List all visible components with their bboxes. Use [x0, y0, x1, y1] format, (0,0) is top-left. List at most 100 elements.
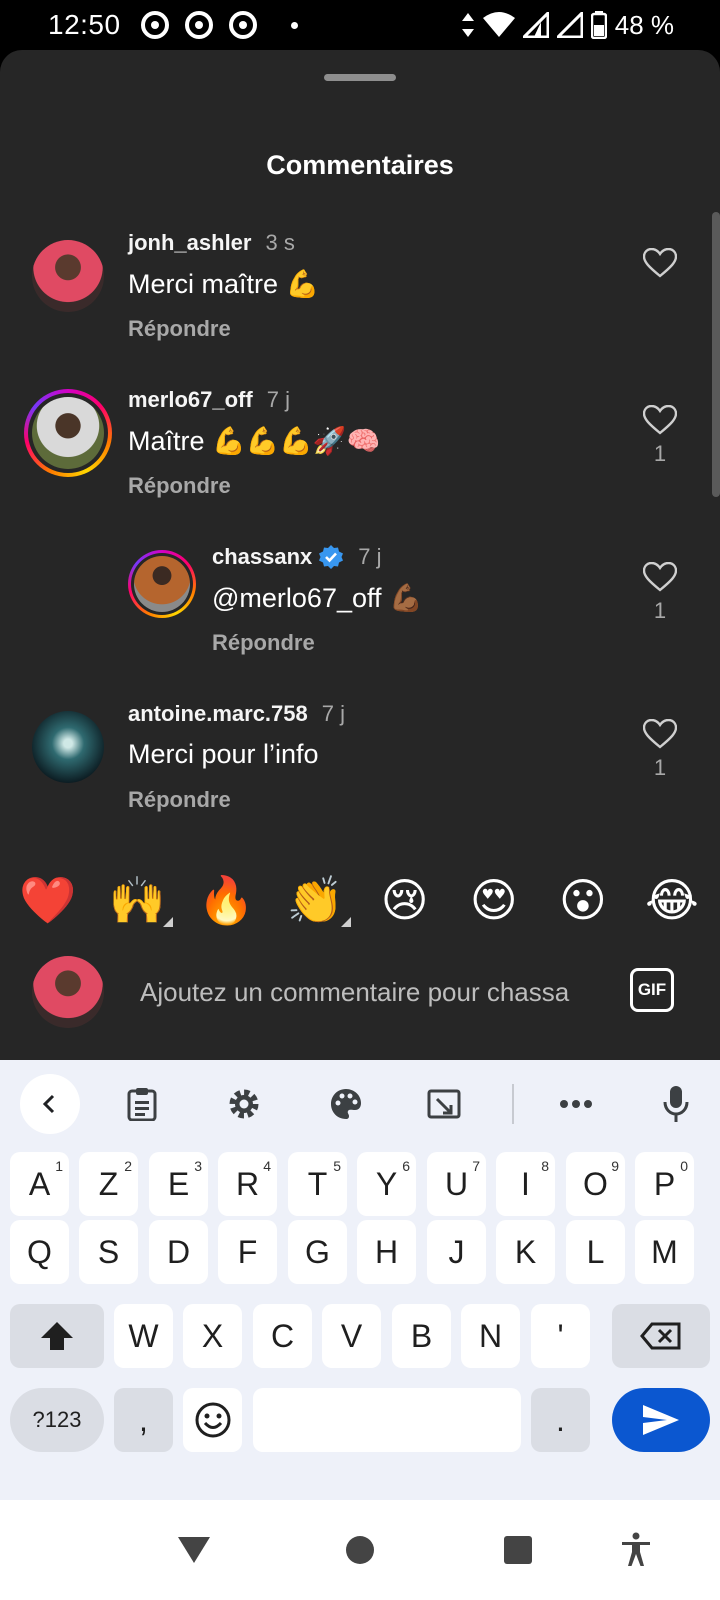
comment-username[interactable]: antoine.marc.758: [128, 701, 308, 727]
battery-level: 48 %: [614, 9, 674, 40]
key-u[interactable]: U7: [427, 1152, 486, 1216]
key-hint: 9: [611, 1158, 619, 1174]
comment-text: Merci pour l’info: [128, 739, 319, 769]
period-key[interactable]: .: [531, 1388, 590, 1452]
like-count: 1: [653, 598, 667, 623]
key-label: Y: [375, 1165, 398, 1202]
accessibility-button[interactable]: [614, 1528, 658, 1572]
drag-handle[interactable]: [324, 74, 396, 81]
reaction-raised-hands[interactable]: 🙌: [107, 877, 174, 927]
key-w[interactable]: W: [114, 1304, 173, 1368]
reaction-fire[interactable]: 🔥: [196, 877, 256, 923]
home-circle-icon: [346, 1536, 374, 1564]
reaction-clap[interactable]: 👏: [285, 874, 352, 927]
comment-username[interactable]: merlo67_off: [128, 387, 253, 413]
more-icon[interactable]: [546, 1074, 606, 1134]
nav-recents-button[interactable]: [496, 1528, 540, 1572]
scrollbar[interactable]: [712, 212, 720, 497]
key-apostrophe[interactable]: ': [531, 1304, 590, 1368]
key-hint: 7: [472, 1158, 480, 1174]
key-f[interactable]: F: [218, 1220, 277, 1284]
comma-key[interactable]: ,: [114, 1388, 173, 1452]
reaction-crying[interactable]: 😢: [375, 877, 435, 923]
like-button[interactable]: 1: [640, 562, 680, 624]
key-p[interactable]: P0: [635, 1152, 694, 1216]
send-key[interactable]: [612, 1388, 710, 1452]
keyboard: A1 Z2 E3 R4 T5 Y6 U7 I8 O9 P0 Q S D F G …: [0, 1060, 720, 1500]
space-key[interactable]: [253, 1388, 521, 1452]
key-h[interactable]: H: [357, 1220, 416, 1284]
comment-username[interactable]: chassanx: [212, 544, 312, 570]
avatar[interactable]: [32, 711, 104, 783]
resize-keyboard-icon[interactable]: [414, 1074, 474, 1134]
shift-key[interactable]: [10, 1304, 104, 1368]
avatar[interactable]: [32, 240, 104, 312]
keyboard-toolbar: [0, 1060, 720, 1144]
comment-text: Maître 💪💪💪🚀🧠: [128, 426, 381, 456]
key-t[interactable]: T5: [288, 1152, 347, 1216]
gear-icon[interactable]: [214, 1074, 274, 1134]
shift-icon: [41, 1322, 73, 1350]
key-hint: 1: [55, 1158, 63, 1174]
nav-back-button[interactable]: [172, 1528, 216, 1572]
gif-button[interactable]: GIF: [630, 968, 674, 1012]
emoji-icon: [195, 1402, 230, 1438]
reaction-surprised[interactable]: 😮: [553, 877, 613, 923]
comment-time: 3 s: [265, 230, 295, 255]
comment-text: Merci maître 💪: [128, 269, 320, 299]
key-l[interactable]: L: [566, 1220, 625, 1284]
palette-icon[interactable]: [316, 1074, 376, 1134]
key-s[interactable]: S: [79, 1220, 138, 1284]
key-m[interactable]: M: [635, 1220, 694, 1284]
symbols-key[interactable]: ?123: [10, 1388, 104, 1452]
reply-button[interactable]: Répondre: [128, 316, 231, 342]
comment-input[interactable]: [140, 972, 610, 1012]
heart-icon: [643, 719, 677, 749]
toolbar-separator: [512, 1084, 514, 1124]
reaction-clap-glyph: 👏: [286, 874, 345, 926]
key-z[interactable]: Z2: [79, 1152, 138, 1216]
reaction-heart-eyes[interactable]: 😍: [464, 877, 524, 923]
like-button[interactable]: [640, 248, 680, 284]
like-button[interactable]: 1: [640, 719, 680, 781]
chrome-icon: [228, 11, 257, 39]
key-y[interactable]: Y6: [357, 1152, 416, 1216]
key-d[interactable]: D: [149, 1220, 208, 1284]
key-q[interactable]: Q: [10, 1220, 69, 1284]
key-i[interactable]: I8: [496, 1152, 555, 1216]
reply-button[interactable]: Répondre: [128, 473, 231, 499]
like-button[interactable]: 1: [640, 405, 680, 467]
key-k[interactable]: K: [496, 1220, 555, 1284]
key-c[interactable]: C: [253, 1304, 312, 1368]
comment-username[interactable]: jonh_ashler: [128, 230, 251, 256]
system-nav-bar: [0, 1500, 720, 1600]
chevron-left-icon[interactable]: [20, 1074, 80, 1134]
key-b[interactable]: B: [392, 1304, 451, 1368]
key-n[interactable]: N: [461, 1304, 520, 1368]
microphone-icon[interactable]: [646, 1074, 706, 1134]
nav-home-button[interactable]: [338, 1528, 382, 1572]
key-r[interactable]: R4: [218, 1152, 277, 1216]
comment-composer: GIF: [0, 950, 720, 1060]
key-label: A: [28, 1165, 51, 1202]
reaction-heart[interactable]: ❤️: [18, 877, 78, 923]
status-bar: 12:50 48 %: [0, 0, 720, 50]
key-hint: 5: [333, 1158, 341, 1174]
reply-button[interactable]: Répondre: [212, 630, 315, 656]
skin-tone-indicator-icon: [163, 917, 174, 927]
story-ring-avatar[interactable]: [128, 550, 196, 618]
backspace-key[interactable]: [612, 1304, 710, 1368]
emoji-key[interactable]: [183, 1388, 242, 1452]
story-ring-avatar[interactable]: [24, 389, 112, 477]
comment-time: 7 j: [321, 701, 345, 726]
key-v[interactable]: V: [322, 1304, 381, 1368]
clipboard-icon[interactable]: [112, 1074, 172, 1134]
key-j[interactable]: J: [427, 1220, 486, 1284]
key-e[interactable]: E3: [149, 1152, 208, 1216]
key-g[interactable]: G: [288, 1220, 347, 1284]
reaction-laughing[interactable]: 😂: [642, 877, 702, 923]
reply-button[interactable]: Répondre: [128, 787, 231, 813]
key-o[interactable]: O9: [566, 1152, 625, 1216]
key-x[interactable]: X: [183, 1304, 242, 1368]
key-a[interactable]: A1: [10, 1152, 69, 1216]
